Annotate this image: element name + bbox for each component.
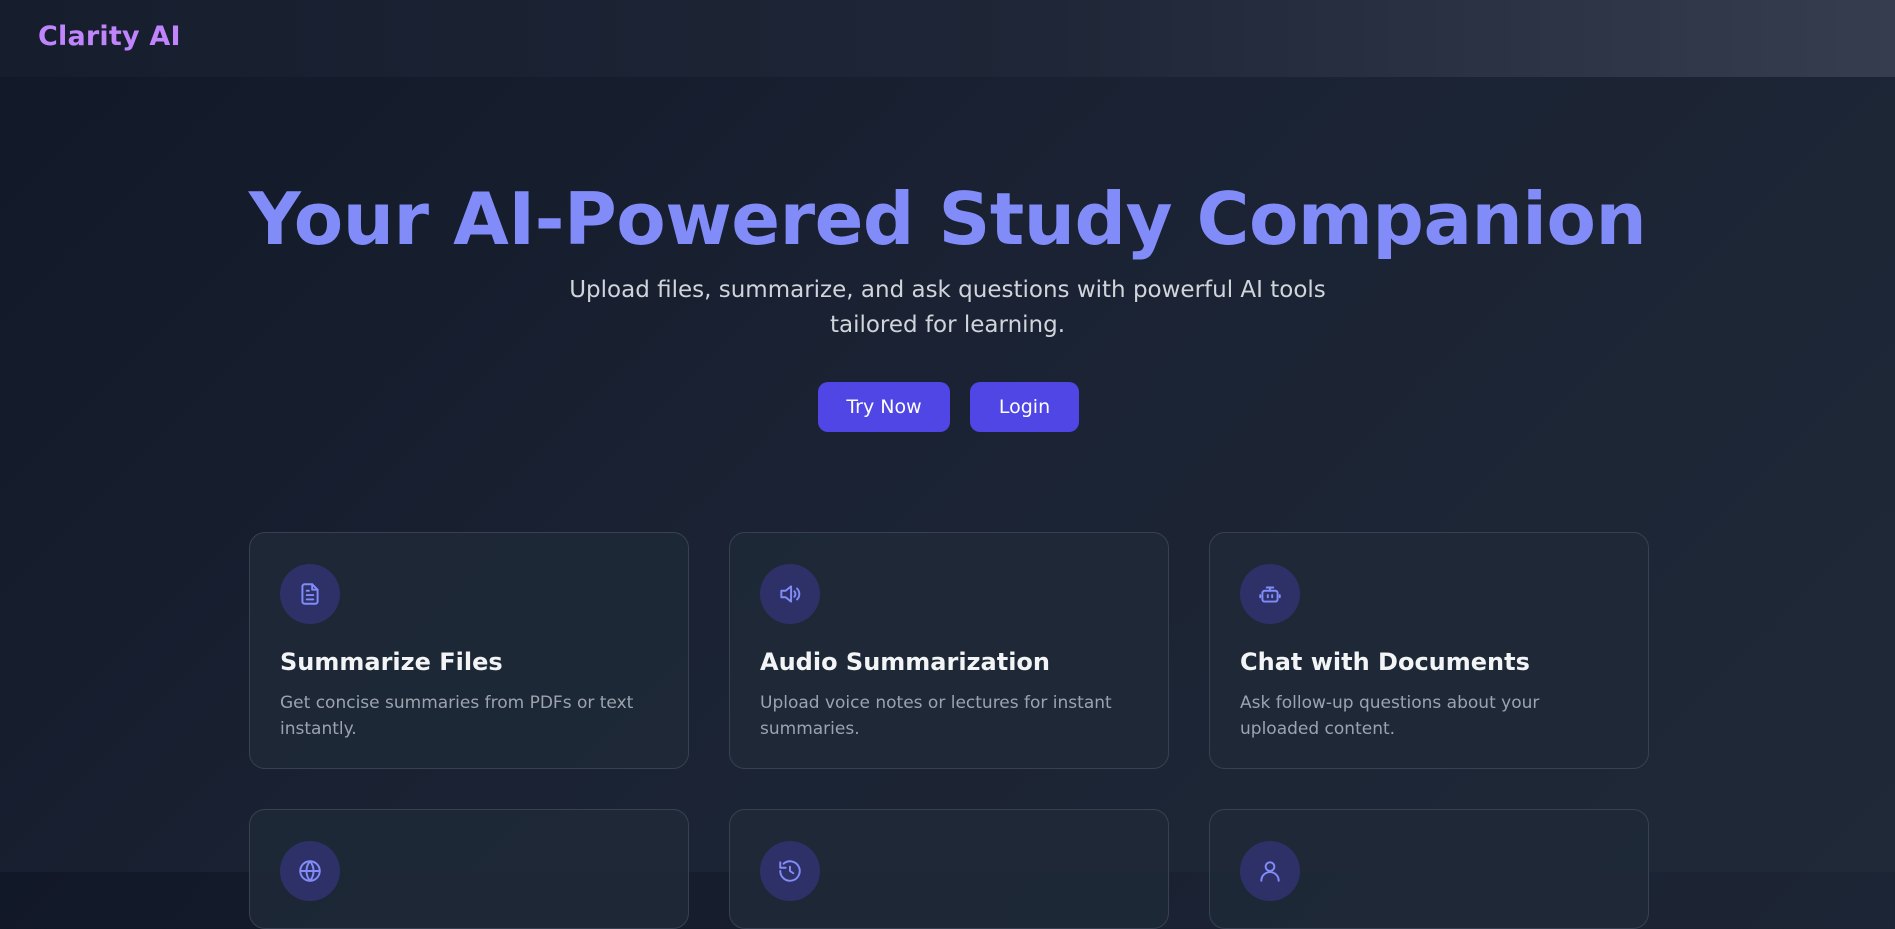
feature-description: Upload voice notes or lectures for insta… (760, 693, 1112, 739)
hero-subtitle: Upload files, summarize, and ask questio… (569, 277, 1326, 338)
history-icon (760, 841, 820, 901)
feature-description: Ask follow-up questions about your uploa… (1240, 693, 1540, 739)
brand-logo[interactable]: Clarity AI (38, 21, 181, 52)
feature-title: Audio Summarization (760, 648, 1050, 676)
feature-card-audio-summarization: Audio Summarization Upload voice notes o… (729, 532, 1169, 769)
feature-card (729, 809, 1169, 929)
feature-card (1209, 809, 1649, 929)
bot-icon (1240, 564, 1300, 624)
feature-description: Get concise summaries from PDFs or text … (280, 693, 634, 739)
feature-card-summarize-files: Summarize Files Get concise summaries fr… (249, 532, 689, 769)
try-now-button[interactable]: Try Now (818, 382, 950, 432)
feature-card-chat-with-documents: Chat with Documents Ask follow-up questi… (1209, 532, 1649, 769)
feature-title: Chat with Documents (1240, 648, 1530, 676)
navbar: Clarity AI (0, 0, 1895, 77)
speaker-icon (760, 564, 820, 624)
login-button[interactable]: Login (970, 382, 1079, 432)
user-icon (1240, 841, 1300, 901)
feature-card (249, 809, 689, 929)
feature-title: Summarize Files (280, 648, 503, 676)
hero-title: Your AI-Powered Study Companion (248, 177, 1647, 261)
globe-icon (280, 841, 340, 901)
file-text-icon (280, 564, 340, 624)
